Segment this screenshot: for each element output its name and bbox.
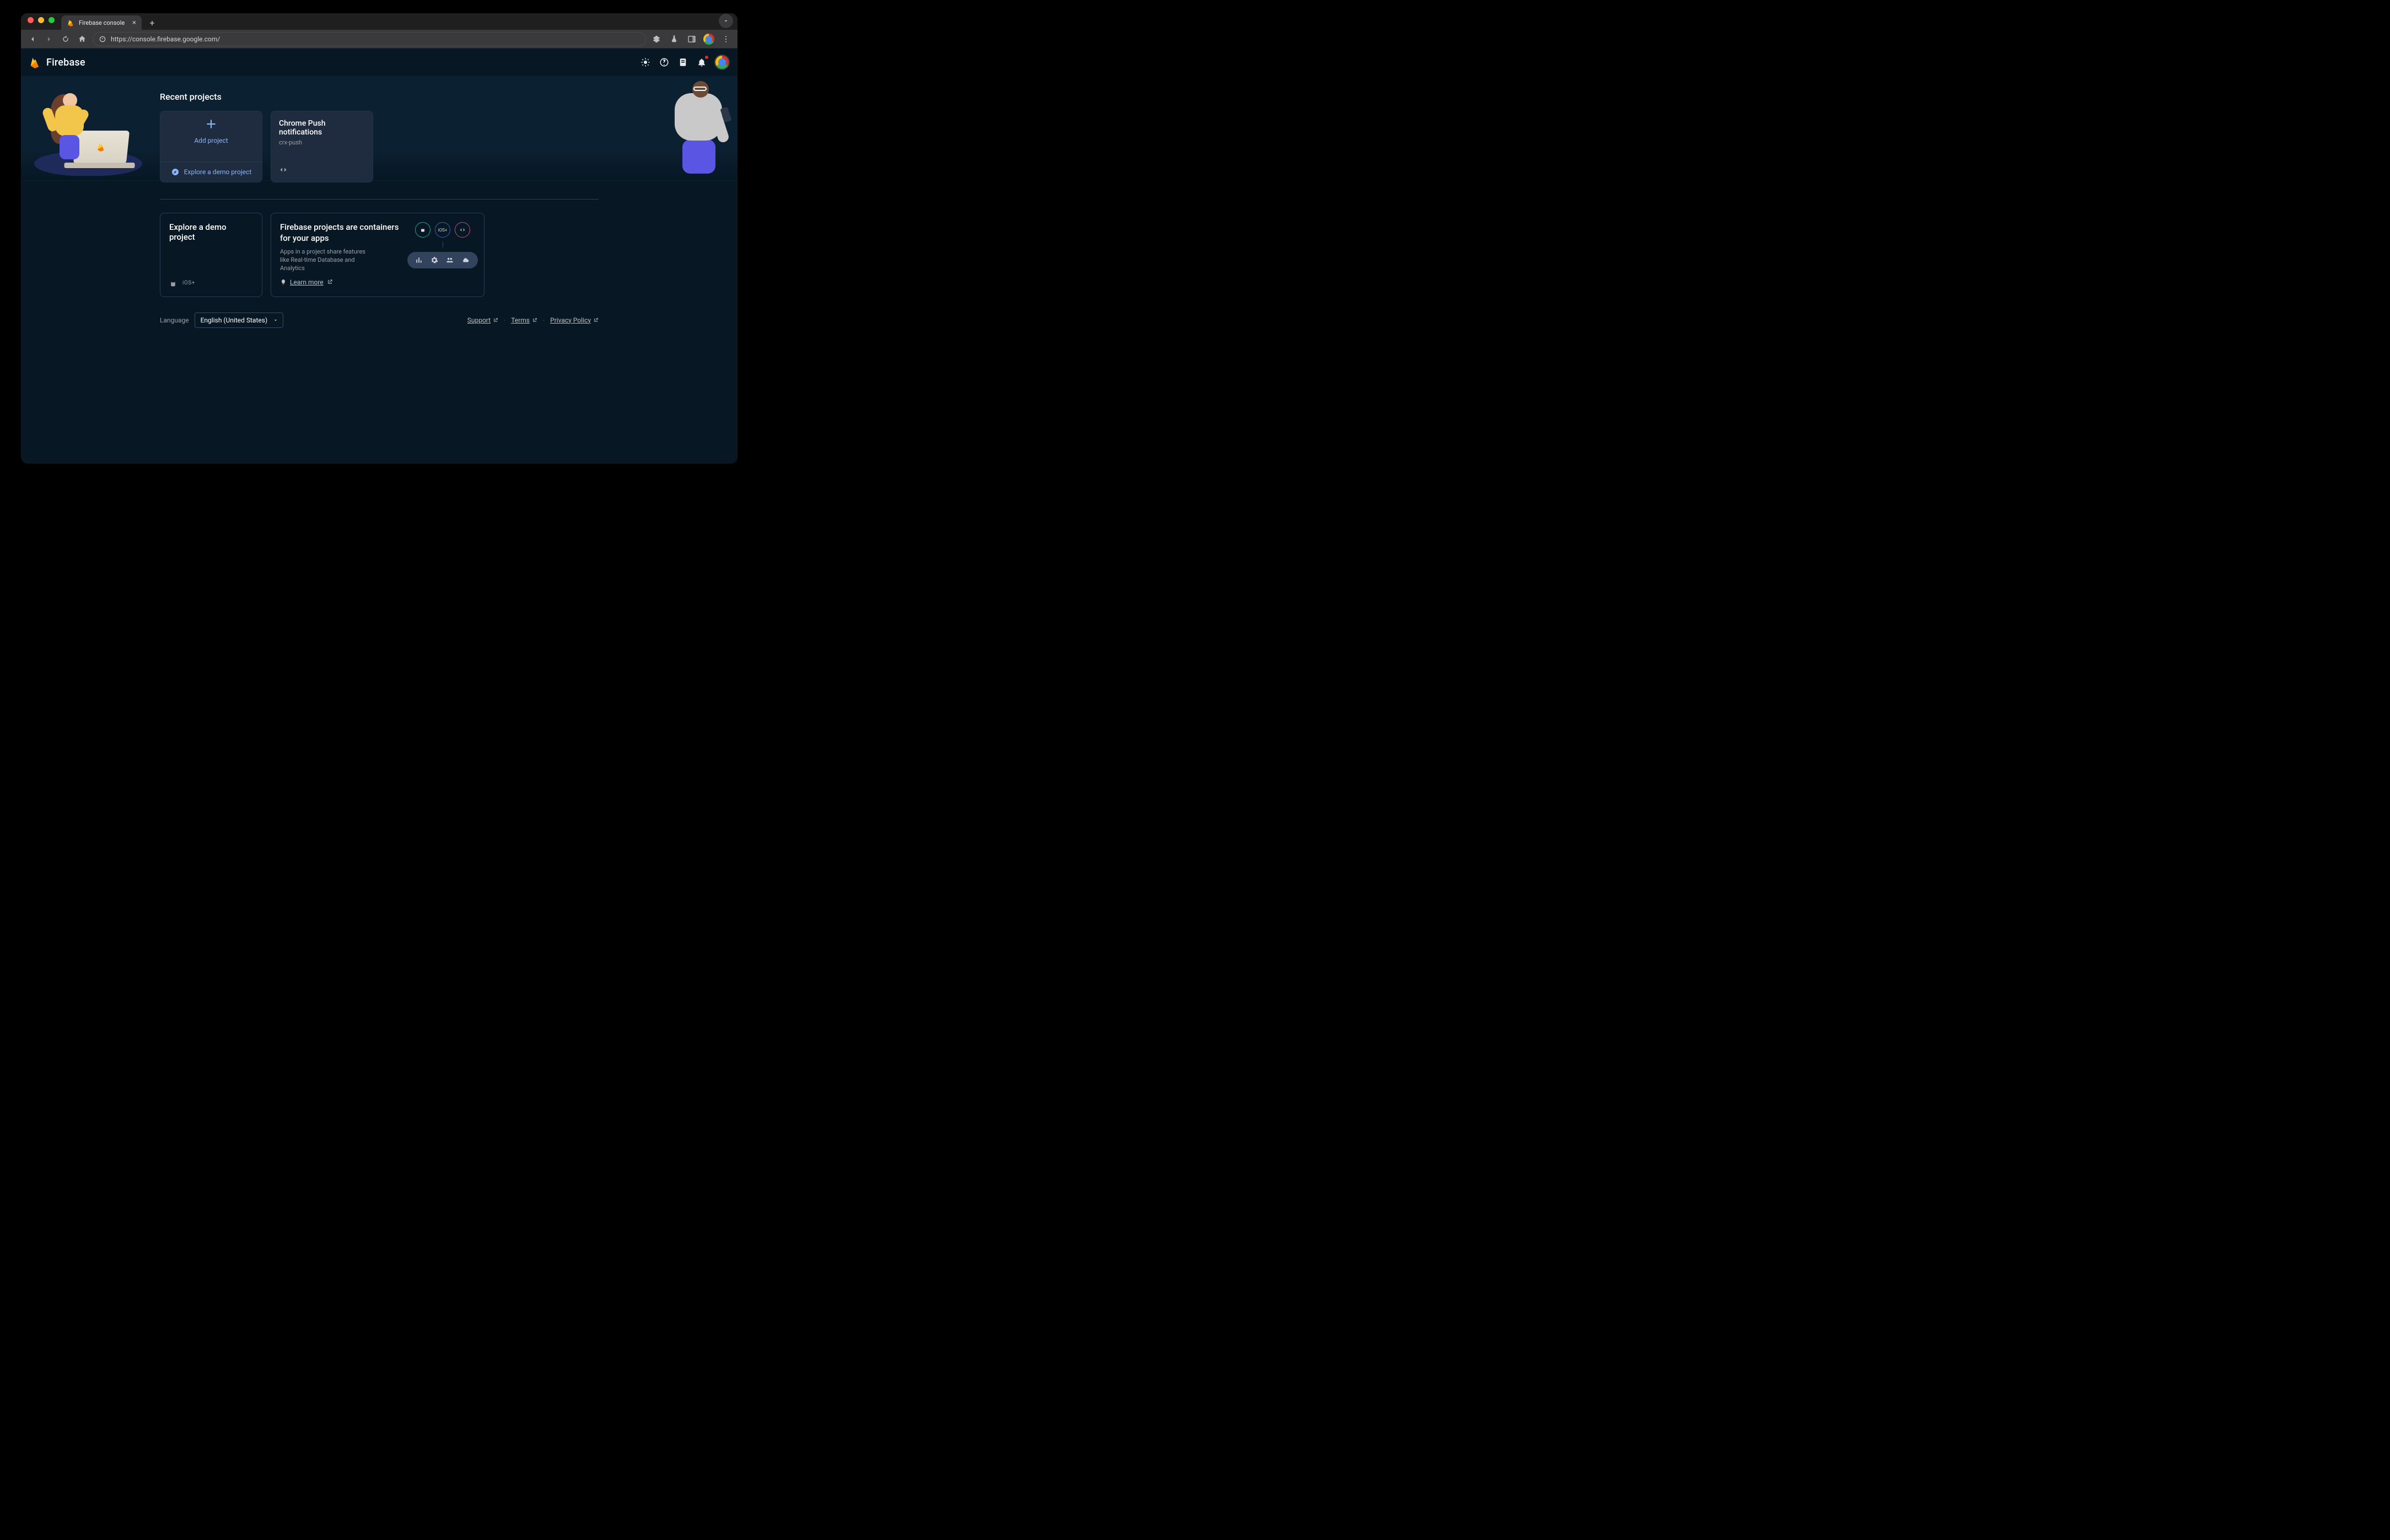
compass-icon bbox=[171, 168, 180, 176]
external-link-icon bbox=[593, 317, 599, 323]
language-select[interactable]: English (United States) bbox=[195, 313, 284, 328]
explore-demo-card[interactable]: Explore a demo project iOS+ bbox=[160, 213, 262, 297]
browser-menu-button[interactable] bbox=[720, 33, 732, 45]
address-bar[interactable]: https://console.firebase.google.com/ bbox=[93, 32, 646, 46]
window-controls bbox=[26, 13, 58, 30]
caret-down-icon bbox=[273, 317, 278, 323]
profile-avatar-button[interactable] bbox=[703, 34, 714, 45]
firebase-logo-icon bbox=[29, 56, 41, 68]
address-bar-url: https://console.firebase.google.com/ bbox=[111, 35, 220, 43]
tab-close-icon[interactable]: × bbox=[132, 19, 136, 26]
account-avatar-button[interactable] bbox=[714, 55, 730, 70]
window-zoom-button[interactable] bbox=[49, 17, 55, 23]
help-button[interactable] bbox=[658, 56, 670, 68]
docs-button[interactable] bbox=[677, 56, 689, 68]
plus-icon bbox=[204, 117, 218, 131]
explore-demo-card-title: Explore a demo project bbox=[169, 222, 253, 242]
browser-actions bbox=[650, 33, 732, 45]
browser-tab-active[interactable]: Firebase console × bbox=[61, 15, 142, 30]
browser-tabbar: Firebase console × + bbox=[21, 13, 738, 30]
ios-icon: iOS+ bbox=[182, 280, 195, 288]
theme-toggle-button[interactable] bbox=[639, 56, 652, 68]
brand[interactable]: Firebase bbox=[29, 56, 85, 68]
chevron-down-icon bbox=[723, 18, 729, 24]
containers-diagram: iOS+ bbox=[410, 222, 475, 288]
containers-info-card: Firebase projects are containers for you… bbox=[271, 213, 485, 297]
support-link-label: Support bbox=[467, 316, 491, 324]
add-project-card[interactable]: Add project Explore a demo project bbox=[160, 111, 262, 182]
containers-card-title: Firebase projects are containers for you… bbox=[280, 222, 401, 244]
language-selector: Language English (United States) bbox=[160, 313, 283, 328]
privacy-link-label: Privacy Policy bbox=[550, 316, 591, 324]
nav-reload-button[interactable] bbox=[60, 33, 72, 45]
add-project-label: Add project bbox=[194, 137, 228, 144]
hero-illustration-right bbox=[654, 78, 731, 180]
nav-forward-button[interactable] bbox=[43, 33, 55, 45]
android-icon bbox=[169, 280, 177, 288]
learn-more-label: Learn more bbox=[290, 278, 324, 286]
section-divider bbox=[160, 199, 599, 200]
ios-ring-icon: iOS+ bbox=[435, 222, 450, 238]
terms-link-label: Terms bbox=[511, 316, 530, 324]
explore-demo-label: Explore a demo project bbox=[184, 168, 252, 176]
info-cards-row: Explore a demo project iOS+ Firebase pro… bbox=[160, 213, 599, 297]
external-link-icon bbox=[327, 279, 333, 285]
android-ring-icon bbox=[415, 222, 430, 238]
gear-icon bbox=[430, 256, 438, 264]
project-card[interactable]: Chrome Push notifications crx-push bbox=[271, 111, 373, 182]
learn-more-link[interactable]: Learn more bbox=[280, 278, 333, 286]
terms-link[interactable]: Terms bbox=[511, 316, 537, 324]
side-panel-button[interactable] bbox=[686, 33, 698, 45]
app-header: Firebase bbox=[21, 49, 738, 76]
web-platform-icon bbox=[279, 165, 288, 174]
external-link-icon bbox=[493, 317, 498, 323]
notification-badge bbox=[704, 55, 709, 60]
explore-demo-card-platforms: iOS+ bbox=[169, 280, 253, 288]
nav-home-button[interactable] bbox=[76, 33, 88, 45]
project-cards-row: Add project Explore a demo project Chrom… bbox=[160, 111, 599, 182]
language-value: English (United States) bbox=[201, 316, 268, 324]
notifications-button[interactable] bbox=[696, 56, 708, 68]
site-info-icon[interactable] bbox=[99, 35, 106, 43]
extensions-button[interactable] bbox=[650, 33, 663, 45]
recent-projects-title: Recent projects bbox=[160, 91, 599, 102]
nav-back-button[interactable] bbox=[26, 33, 39, 45]
external-link-icon bbox=[532, 317, 537, 323]
browser-toolbar: https://console.firebase.google.com/ bbox=[21, 30, 738, 49]
header-actions bbox=[639, 55, 730, 70]
browser-tab-title: Firebase console bbox=[79, 19, 125, 26]
tabs-dropdown-button[interactable] bbox=[719, 14, 733, 28]
window-minimize-button[interactable] bbox=[38, 17, 44, 23]
privacy-link[interactable]: Privacy Policy bbox=[550, 316, 599, 324]
language-label: Language bbox=[160, 316, 189, 324]
hero-illustration-left bbox=[28, 78, 143, 180]
footer-links: Support · Terms · Privacy Policy bbox=[467, 316, 599, 324]
explore-demo-strip[interactable]: Explore a demo project bbox=[160, 161, 262, 182]
people-icon bbox=[446, 256, 454, 264]
project-platforms bbox=[279, 153, 365, 174]
web-ring-icon bbox=[455, 222, 470, 238]
lightbulb-icon bbox=[280, 279, 287, 286]
project-id: crx-push bbox=[279, 139, 365, 146]
page-footer: Language English (United States) Support… bbox=[160, 313, 599, 328]
analytics-icon bbox=[415, 256, 423, 264]
new-tab-button[interactable]: + bbox=[145, 15, 159, 30]
containers-card-desc: Apps in a project share features like Re… bbox=[280, 248, 374, 273]
labs-button[interactable] bbox=[668, 33, 680, 45]
window-close-button[interactable] bbox=[28, 17, 34, 23]
support-link[interactable]: Support bbox=[467, 316, 498, 324]
cloud-icon bbox=[461, 256, 470, 264]
project-title: Chrome Push notifications bbox=[279, 119, 365, 137]
brand-name: Firebase bbox=[46, 57, 85, 68]
browser-window: Firebase console × + https://console.fir… bbox=[21, 13, 738, 464]
firebase-favicon-icon bbox=[67, 19, 74, 26]
